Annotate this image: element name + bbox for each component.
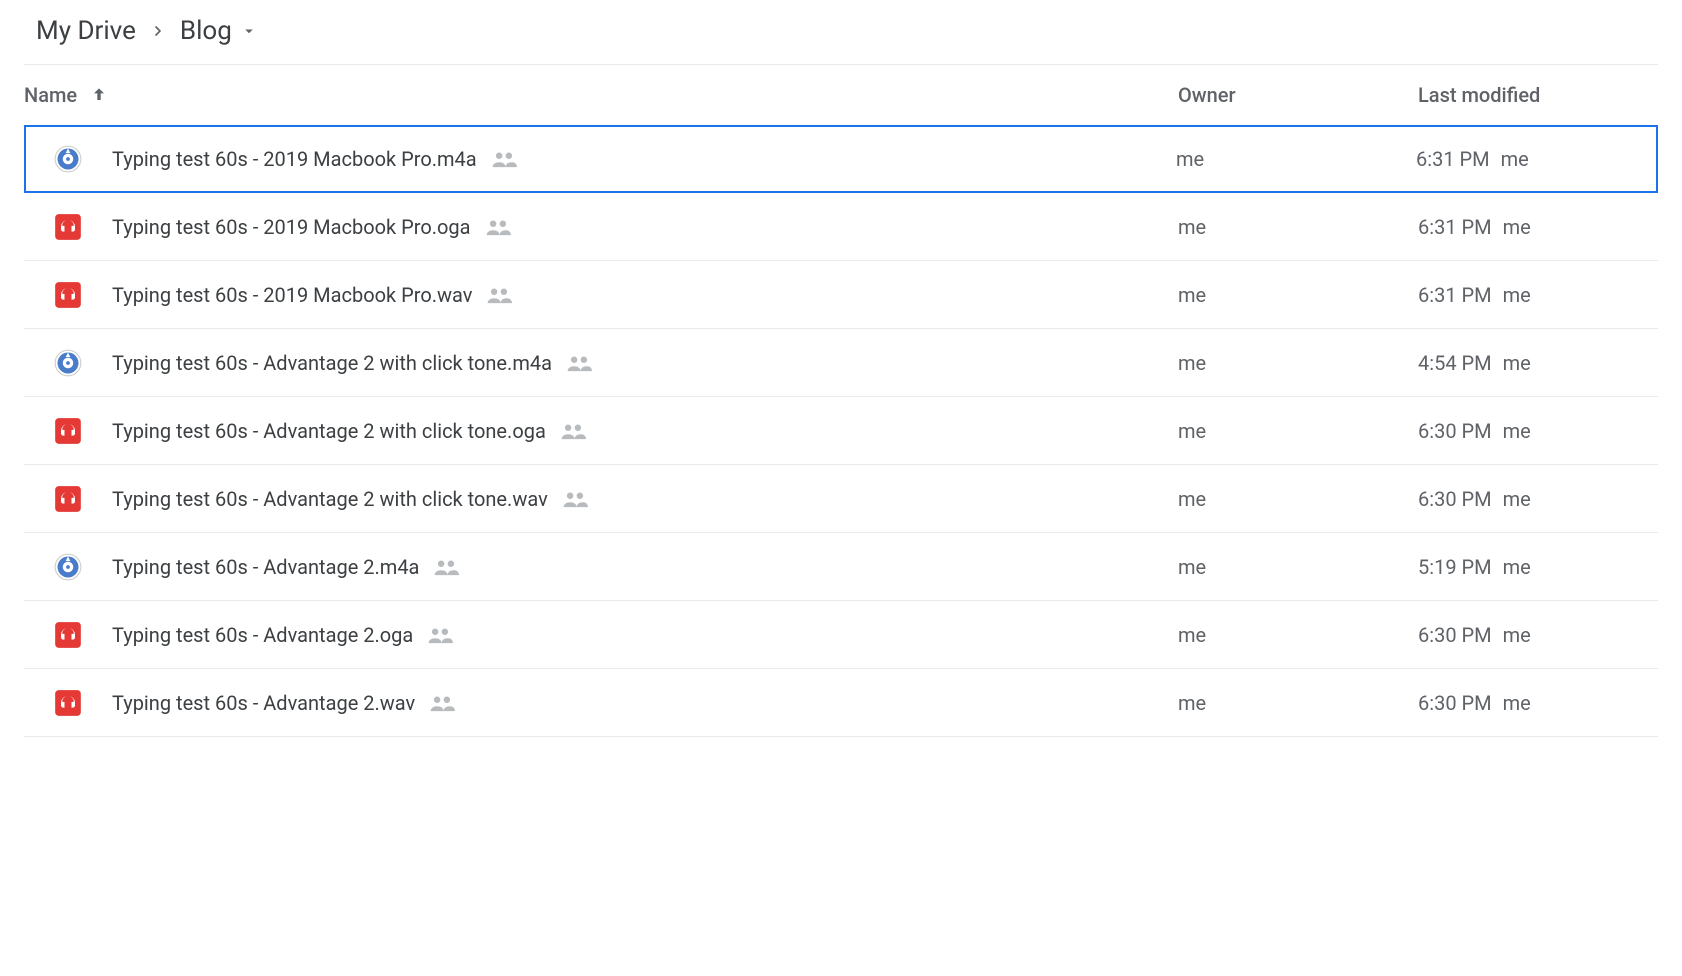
file-modified: 6:30 PM me	[1418, 691, 1658, 715]
file-name-cell: Typing test 60s - 2019 Macbook Pro.wav	[24, 281, 1178, 309]
shared-icon	[486, 286, 512, 304]
m4a-file-icon	[54, 349, 82, 377]
file-name-cell: Typing test 60s - Advantage 2 with click…	[24, 485, 1178, 513]
file-modified-by: me	[1503, 215, 1531, 239]
file-name: Typing test 60s - Advantage 2 with click…	[112, 419, 546, 443]
file-modified-time: 6:30 PM	[1418, 691, 1492, 715]
file-name-cell: Typing test 60s - Advantage 2.oga	[24, 621, 1178, 649]
file-row[interactable]: Typing test 60s - 2019 Macbook Pro.m4a me…	[24, 125, 1658, 193]
shared-icon	[485, 218, 511, 236]
file-modified-by: me	[1503, 555, 1531, 579]
file-row[interactable]: Typing test 60s - 2019 Macbook Pro.wav me…	[24, 261, 1658, 329]
file-name: Typing test 60s - Advantage 2 with click…	[112, 351, 552, 375]
column-header-owner[interactable]: Owner	[1178, 83, 1418, 107]
column-header-name[interactable]: Name	[24, 83, 1178, 107]
m4a-file-icon	[54, 145, 82, 173]
file-name-cell: Typing test 60s - Advantage 2.wav	[24, 689, 1178, 717]
file-name-cell: Typing test 60s - Advantage 2 with click…	[24, 349, 1178, 377]
arrow-up-icon	[89, 85, 109, 105]
shared-icon	[427, 626, 453, 644]
file-modified: 4:54 PM me	[1418, 351, 1658, 375]
file-modified: 5:19 PM me	[1418, 555, 1658, 579]
file-modified: 6:31 PM me	[1416, 147, 1656, 171]
shared-icon	[429, 694, 455, 712]
audio-file-icon	[54, 281, 82, 309]
file-modified-time: 6:30 PM	[1418, 419, 1492, 443]
file-name-cell: Typing test 60s - Advantage 2.m4a	[24, 553, 1178, 581]
file-row[interactable]: Typing test 60s - Advantage 2 with click…	[24, 465, 1658, 533]
chevron-right-icon	[140, 23, 176, 39]
audio-file-icon	[54, 621, 82, 649]
file-name-cell: Typing test 60s - 2019 Macbook Pro.oga	[24, 213, 1178, 241]
shared-icon	[560, 422, 586, 440]
caret-down-icon	[232, 22, 258, 40]
file-modified-by: me	[1503, 691, 1531, 715]
file-name-cell: Typing test 60s - Advantage 2 with click…	[24, 417, 1178, 445]
column-header-name-label: Name	[24, 83, 77, 107]
column-header-row: Name Owner Last modified	[24, 65, 1658, 126]
breadcrumb: My Drive Blog	[24, 16, 1658, 65]
m4a-file-icon	[54, 553, 82, 581]
file-name: Typing test 60s - Advantage 2.oga	[112, 623, 413, 647]
breadcrumb-current[interactable]: Blog	[176, 16, 262, 46]
file-name-cell: Typing test 60s - 2019 Macbook Pro.m4a	[26, 145, 1176, 173]
file-owner: me	[1178, 351, 1418, 375]
audio-file-icon	[54, 417, 82, 445]
file-row[interactable]: Typing test 60s - Advantage 2.ogame6:30 …	[24, 601, 1658, 669]
file-modified-by: me	[1503, 487, 1531, 511]
file-owner: me	[1178, 419, 1418, 443]
file-modified: 6:30 PM me	[1418, 623, 1658, 647]
column-header-modified-label: Last modified	[1418, 83, 1540, 107]
audio-file-icon	[54, 213, 82, 241]
file-modified-by: me	[1503, 623, 1531, 647]
shared-icon	[562, 490, 588, 508]
file-name: Typing test 60s - 2019 Macbook Pro.oga	[112, 215, 471, 239]
file-modified: 6:31 PM me	[1418, 215, 1658, 239]
audio-file-icon	[54, 485, 82, 513]
file-modified-by: me	[1503, 351, 1531, 375]
audio-file-icon	[54, 689, 82, 717]
file-modified: 6:30 PM me	[1418, 487, 1658, 511]
file-name: Typing test 60s - Advantage 2.m4a	[112, 555, 419, 579]
file-owner: me	[1176, 147, 1416, 171]
drive-view: My Drive Blog Name Owner Last modified T…	[0, 0, 1682, 761]
file-modified-time: 6:30 PM	[1418, 623, 1492, 647]
file-modified: 6:31 PM me	[1418, 283, 1658, 307]
column-header-owner-label: Owner	[1178, 83, 1236, 107]
file-owner: me	[1178, 555, 1418, 579]
breadcrumb-root[interactable]: My Drive	[32, 16, 140, 46]
file-owner: me	[1178, 487, 1418, 511]
file-name: Typing test 60s - Advantage 2.wav	[112, 691, 415, 715]
shared-icon	[433, 558, 459, 576]
file-modified-time: 6:31 PM	[1418, 283, 1492, 307]
file-owner: me	[1178, 623, 1418, 647]
breadcrumb-current-label: Blog	[180, 16, 232, 46]
column-header-modified[interactable]: Last modified	[1418, 83, 1658, 107]
file-owner: me	[1178, 215, 1418, 239]
file-owner: me	[1178, 691, 1418, 715]
file-modified-time: 6:31 PM	[1416, 147, 1490, 171]
file-modified: 6:30 PM me	[1418, 419, 1658, 443]
file-modified-time: 6:30 PM	[1418, 487, 1492, 511]
shared-icon	[491, 150, 517, 168]
file-modified-by: me	[1501, 147, 1529, 171]
file-row[interactable]: Typing test 60s - Advantage 2.m4ame5:19 …	[24, 533, 1658, 601]
file-list: Typing test 60s - 2019 Macbook Pro.m4a me…	[24, 125, 1658, 737]
file-name: Typing test 60s - Advantage 2 with click…	[112, 487, 548, 511]
file-name: Typing test 60s - 2019 Macbook Pro.wav	[112, 283, 472, 307]
file-row[interactable]: Typing test 60s - 2019 Macbook Pro.oga me…	[24, 193, 1658, 261]
file-modified-time: 6:31 PM	[1418, 215, 1492, 239]
file-name: Typing test 60s - 2019 Macbook Pro.m4a	[112, 147, 477, 171]
file-modified-by: me	[1503, 283, 1531, 307]
file-row[interactable]: Typing test 60s - Advantage 2.wavme6:30 …	[24, 669, 1658, 737]
file-modified-time: 5:19 PM	[1418, 555, 1492, 579]
file-row[interactable]: Typing test 60s - Advantage 2 with click…	[24, 329, 1658, 397]
file-owner: me	[1178, 283, 1418, 307]
shared-icon	[566, 354, 592, 372]
file-row[interactable]: Typing test 60s - Advantage 2 with click…	[24, 397, 1658, 465]
file-modified-by: me	[1503, 419, 1531, 443]
file-modified-time: 4:54 PM	[1418, 351, 1492, 375]
